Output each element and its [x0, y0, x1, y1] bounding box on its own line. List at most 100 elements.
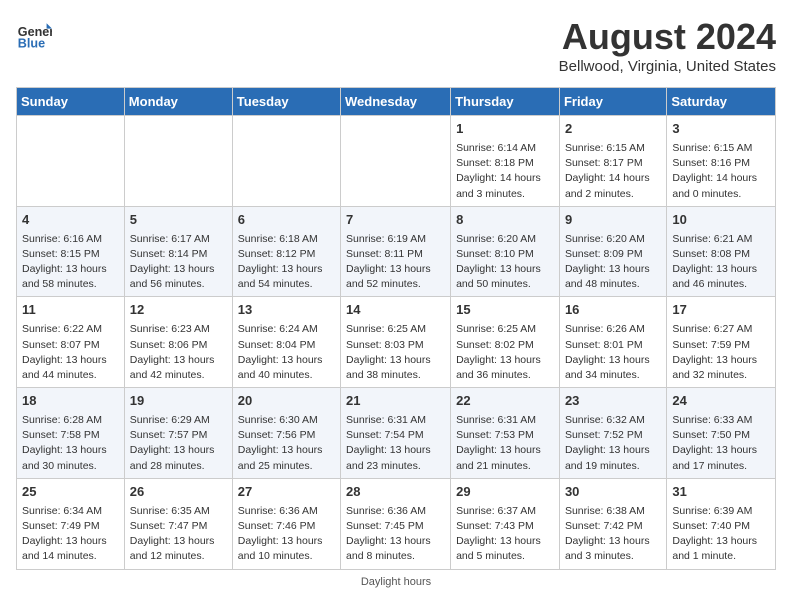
calendar-cell: 6 Sunrise: 6:18 AM Sunset: 8:12 PM Daylig… — [232, 206, 340, 297]
day-number: 1 — [456, 120, 554, 139]
calendar-day-header: Tuesday — [232, 88, 340, 116]
day-number: 13 — [238, 301, 335, 320]
day-number: 8 — [456, 211, 554, 230]
day-info: Sunrise: 6:20 AM Sunset: 8:09 PM Dayligh… — [565, 233, 650, 291]
day-info: Sunrise: 6:23 AM Sunset: 8:06 PM Dayligh… — [130, 323, 215, 381]
calendar-cell: 12Sunrise: 6:23 AM Sunset: 8:06 PM Dayli… — [124, 297, 232, 388]
day-number: 14 — [346, 301, 445, 320]
calendar-cell: 14 Sunrise: 6:25 AM Sunset: 8:03 PM Dayli… — [341, 297, 451, 388]
calendar-day-header: Friday — [559, 88, 666, 116]
calendar-cell — [124, 116, 232, 207]
calendar-cell: 29 Sunrise: 6:37 AM Sunset: 7:43 PM Dayli… — [451, 478, 560, 569]
calendar-day-header: Sunday — [17, 88, 125, 116]
day-info: Sunrise: 6:33 AM Sunset: 7:50 PM Dayligh… — [672, 414, 757, 472]
day-info: Sunrise: 6:38 AM Sunset: 7:42 PM Dayligh… — [565, 505, 650, 563]
calendar-cell: 22 Sunrise: 6:31 AM Sunset: 7:53 PM Dayli… — [451, 388, 560, 479]
calendar-header-row: SundayMondayTuesdayWednesdayThursdayFrid… — [17, 88, 776, 116]
calendar-cell: 21 Sunrise: 6:31 AM Sunset: 7:54 PM Dayli… — [341, 388, 451, 479]
calendar-cell: 8Sunrise: 6:20 AM Sunset: 8:10 PM Daylig… — [451, 206, 560, 297]
day-number: 2 — [565, 120, 661, 139]
calendar-cell — [232, 116, 340, 207]
day-number: 21 — [346, 392, 445, 411]
calendar-day-header: Thursday — [451, 88, 560, 116]
day-number: 3 — [672, 120, 770, 139]
calendar-cell: 3 Sunrise: 6:15 AM Sunset: 8:16 PM Daylig… — [667, 116, 776, 207]
calendar-cell: 9Sunrise: 6:20 AM Sunset: 8:09 PM Daylig… — [559, 206, 666, 297]
day-info: Sunrise: 6:36 AM Sunset: 7:45 PM Dayligh… — [346, 505, 431, 563]
logo-icon: General Blue — [16, 16, 52, 52]
day-info: Sunrise: 6:39 AM Sunset: 7:40 PM Dayligh… — [672, 505, 757, 563]
day-info: Sunrise: 6:25 AM Sunset: 8:03 PM Dayligh… — [346, 323, 431, 381]
calendar-cell: 28 Sunrise: 6:36 AM Sunset: 7:45 PM Dayli… — [341, 478, 451, 569]
calendar-day-header: Wednesday — [341, 88, 451, 116]
day-info: Sunrise: 6:14 AM Sunset: 8:18 PM Dayligh… — [456, 142, 541, 200]
day-info: Sunrise: 6:15 AM Sunset: 8:17 PM Dayligh… — [565, 142, 650, 200]
day-info: Sunrise: 6:37 AM Sunset: 7:43 PM Dayligh… — [456, 505, 541, 563]
page-subtitle: Bellwood, Virginia, United States — [559, 58, 776, 75]
day-info: Sunrise: 6:22 AM Sunset: 8:07 PM Dayligh… — [22, 323, 107, 381]
calendar-cell: 18Sunrise: 6:28 AM Sunset: 7:58 PM Dayli… — [17, 388, 125, 479]
calendar-cell: 16Sunrise: 6:26 AM Sunset: 8:01 PM Dayli… — [559, 297, 666, 388]
calendar-cell: 23Sunrise: 6:32 AM Sunset: 7:52 PM Dayli… — [559, 388, 666, 479]
calendar-cell: 31 Sunrise: 6:39 AM Sunset: 7:40 PM Dayli… — [667, 478, 776, 569]
day-info: Sunrise: 6:36 AM Sunset: 7:46 PM Dayligh… — [238, 505, 323, 563]
day-number: 11 — [22, 301, 119, 320]
day-number: 15 — [456, 301, 554, 320]
day-number: 31 — [672, 483, 770, 502]
day-number: 27 — [238, 483, 335, 502]
day-number: 24 — [672, 392, 770, 411]
day-info: Sunrise: 6:27 AM Sunset: 7:59 PM Dayligh… — [672, 323, 757, 381]
calendar-cell: 27 Sunrise: 6:36 AM Sunset: 7:46 PM Dayli… — [232, 478, 340, 569]
calendar-cell: 19Sunrise: 6:29 AM Sunset: 7:57 PM Dayli… — [124, 388, 232, 479]
day-number: 18 — [22, 392, 119, 411]
day-info: Sunrise: 6:24 AM Sunset: 8:04 PM Dayligh… — [238, 323, 323, 381]
day-info: Sunrise: 6:31 AM Sunset: 7:53 PM Dayligh… — [456, 414, 541, 472]
calendar-cell: 5 Sunrise: 6:17 AM Sunset: 8:14 PM Daylig… — [124, 206, 232, 297]
day-number: 5 — [130, 211, 227, 230]
day-number: 25 — [22, 483, 119, 502]
calendar-table: SundayMondayTuesdayWednesdayThursdayFrid… — [16, 87, 776, 570]
calendar-cell: 17 Sunrise: 6:27 AM Sunset: 7:59 PM Dayli… — [667, 297, 776, 388]
calendar-week-row: 11 Sunrise: 6:22 AM Sunset: 8:07 PM Dayli… — [17, 297, 776, 388]
calendar-cell: 11 Sunrise: 6:22 AM Sunset: 8:07 PM Dayli… — [17, 297, 125, 388]
day-number: 20 — [238, 392, 335, 411]
svg-text:Blue: Blue — [18, 37, 45, 51]
calendar-week-row: 4 Sunrise: 6:16 AM Sunset: 8:15 PM Daylig… — [17, 206, 776, 297]
calendar-cell: 24 Sunrise: 6:33 AM Sunset: 7:50 PM Dayli… — [667, 388, 776, 479]
day-info: Sunrise: 6:30 AM Sunset: 7:56 PM Dayligh… — [238, 414, 323, 472]
day-info: Sunrise: 6:17 AM Sunset: 8:14 PM Dayligh… — [130, 233, 215, 291]
day-number: 16 — [565, 301, 661, 320]
calendar-week-row: 1 Sunrise: 6:14 AM Sunset: 8:18 PM Daylig… — [17, 116, 776, 207]
calendar-cell: 13 Sunrise: 6:24 AM Sunset: 8:04 PM Dayli… — [232, 297, 340, 388]
title-block: August 2024 Bellwood, Virginia, United S… — [559, 16, 776, 75]
day-number: 17 — [672, 301, 770, 320]
calendar-cell — [17, 116, 125, 207]
calendar-day-header: Monday — [124, 88, 232, 116]
day-info: Sunrise: 6:15 AM Sunset: 8:16 PM Dayligh… — [672, 142, 757, 200]
calendar-cell: 4 Sunrise: 6:16 AM Sunset: 8:15 PM Daylig… — [17, 206, 125, 297]
day-info: Sunrise: 6:19 AM Sunset: 8:11 PM Dayligh… — [346, 233, 431, 291]
day-number: 29 — [456, 483, 554, 502]
calendar-week-row: 25Sunrise: 6:34 AM Sunset: 7:49 PM Dayli… — [17, 478, 776, 569]
day-number: 19 — [130, 392, 227, 411]
day-number: 26 — [130, 483, 227, 502]
calendar-cell: 25Sunrise: 6:34 AM Sunset: 7:49 PM Dayli… — [17, 478, 125, 569]
day-info: Sunrise: 6:16 AM Sunset: 8:15 PM Dayligh… — [22, 233, 107, 291]
calendar-cell: 20 Sunrise: 6:30 AM Sunset: 7:56 PM Dayli… — [232, 388, 340, 479]
day-number: 28 — [346, 483, 445, 502]
page-header: General Blue August 2024 Bellwood, Virgi… — [16, 16, 776, 75]
day-info: Sunrise: 6:35 AM Sunset: 7:47 PM Dayligh… — [130, 505, 215, 563]
day-number: 22 — [456, 392, 554, 411]
day-number: 6 — [238, 211, 335, 230]
calendar-week-row: 18Sunrise: 6:28 AM Sunset: 7:58 PM Dayli… — [17, 388, 776, 479]
calendar-day-header: Saturday — [667, 88, 776, 116]
calendar-cell: 7Sunrise: 6:19 AM Sunset: 8:11 PM Daylig… — [341, 206, 451, 297]
footer-note: Daylight hours — [16, 576, 776, 588]
day-info: Sunrise: 6:31 AM Sunset: 7:54 PM Dayligh… — [346, 414, 431, 472]
day-number: 4 — [22, 211, 119, 230]
day-number: 30 — [565, 483, 661, 502]
calendar-cell: 2 Sunrise: 6:15 AM Sunset: 8:17 PM Daylig… — [559, 116, 666, 207]
calendar-cell: 1 Sunrise: 6:14 AM Sunset: 8:18 PM Daylig… — [451, 116, 560, 207]
day-info: Sunrise: 6:18 AM Sunset: 8:12 PM Dayligh… — [238, 233, 323, 291]
calendar-cell: 10Sunrise: 6:21 AM Sunset: 8:08 PM Dayli… — [667, 206, 776, 297]
